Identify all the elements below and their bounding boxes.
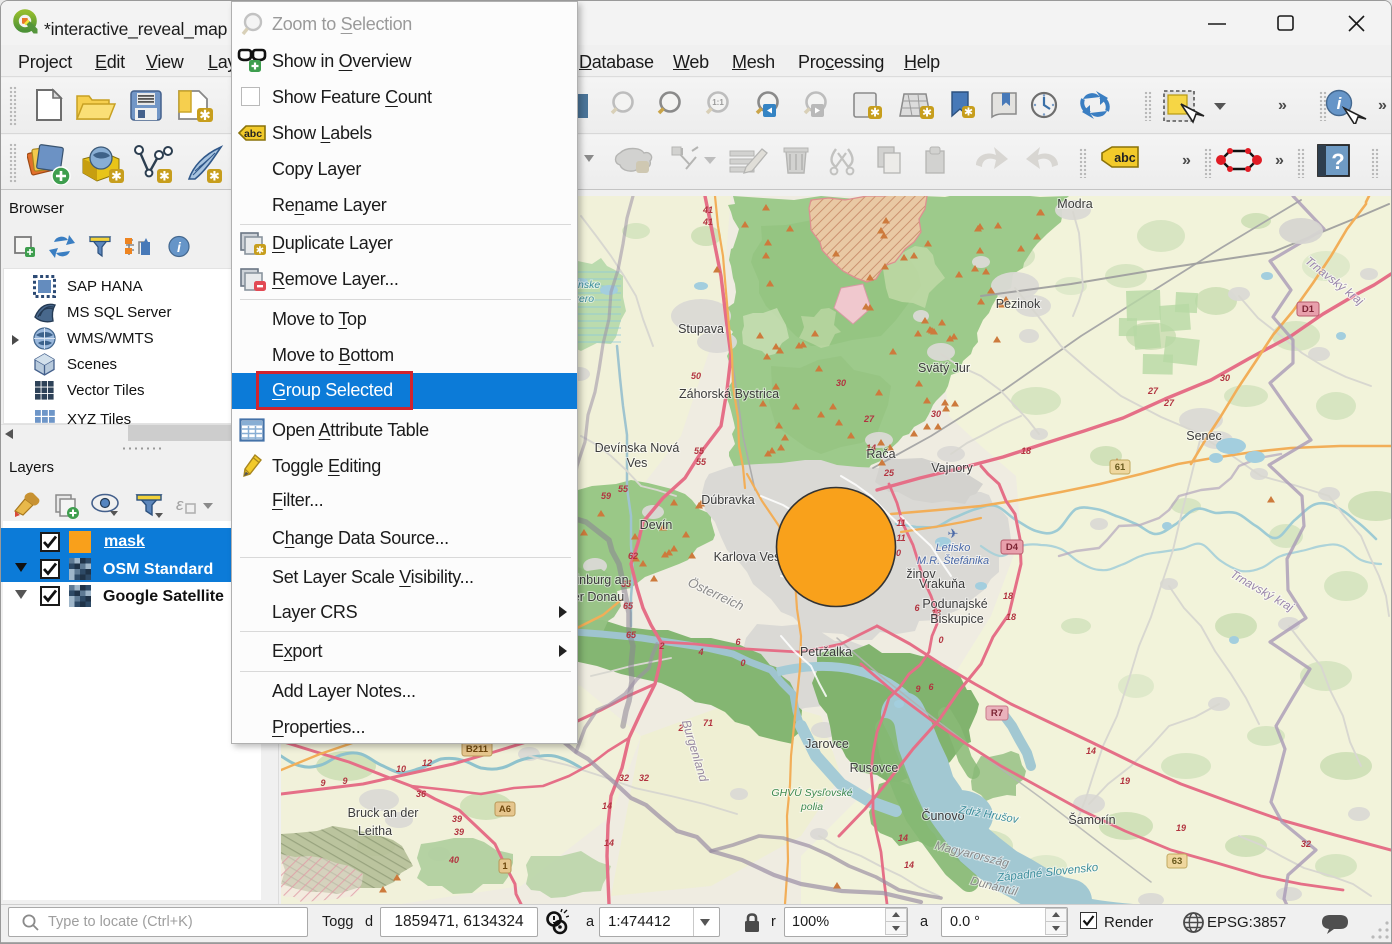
svg-text:65: 65 (623, 601, 634, 611)
svg-text:0: 0 (938, 635, 943, 645)
svg-text:1: 1 (502, 861, 508, 872)
svg-text:Leitha: Leitha (358, 824, 392, 838)
svg-text:19: 19 (1120, 776, 1130, 786)
svg-text:59: 59 (601, 491, 611, 501)
svg-text:14: 14 (898, 833, 908, 843)
svg-text:D1: D1 (1302, 304, 1315, 315)
svg-text:✱: ✱ (256, 246, 264, 257)
svg-text:Modra: Modra (1057, 197, 1092, 211)
svg-text:A6: A6 (499, 804, 511, 815)
svg-text:32: 32 (619, 773, 629, 783)
svg-text:9: 9 (320, 778, 325, 788)
svg-text:18: 18 (1021, 446, 1031, 456)
svg-text:Vajnory: Vajnory (931, 461, 973, 475)
svg-text:Rusovce: Rusovce (850, 761, 899, 775)
svg-text:55: 55 (696, 457, 707, 467)
svg-text:✱: ✱ (159, 169, 170, 184)
svg-text:Vrakuňa: Vrakuňa (919, 577, 965, 591)
svg-text:27: 27 (1163, 398, 1175, 408)
svg-text:Podunajské: Podunajské (922, 597, 987, 611)
svg-text:»: » (1378, 97, 1387, 114)
svg-text:Devín: Devín (640, 518, 673, 532)
svg-text:18: 18 (1006, 612, 1016, 622)
svg-text:11: 11 (896, 518, 905, 528)
svg-text:55: 55 (694, 446, 705, 456)
svg-text:✱: ✱ (964, 107, 973, 119)
svg-text:2: 2 (658, 641, 664, 651)
svg-text:10: 10 (396, 764, 406, 774)
svg-text:B211: B211 (466, 744, 489, 755)
svg-text:Biskupice: Biskupice (930, 612, 984, 626)
svg-text:32: 32 (1301, 839, 1311, 849)
svg-text:Šamorín: Šamorín (1068, 812, 1115, 827)
svg-text:Dúbravka: Dúbravka (701, 493, 755, 507)
svg-text:55: 55 (618, 484, 629, 494)
svg-text:71: 71 (703, 718, 713, 728)
svg-text:14: 14 (602, 801, 612, 811)
svg-text:14: 14 (1086, 746, 1096, 756)
svg-text:?: ? (1331, 149, 1344, 174)
svg-text:»: » (1275, 152, 1284, 169)
svg-text:41: 41 (702, 205, 713, 215)
svg-text:40: 40 (448, 855, 459, 865)
svg-text:polia: polia (800, 801, 823, 813)
svg-text:39: 39 (452, 814, 462, 824)
svg-text:Bruck an der: Bruck an der (348, 806, 419, 820)
svg-text:27: 27 (1147, 386, 1159, 396)
svg-text:Svätý Jur: Svätý Jur (918, 361, 970, 375)
svg-text:✱: ✱ (209, 169, 220, 184)
svg-text:32: 32 (639, 773, 649, 783)
svg-text:25: 25 (883, 468, 895, 478)
svg-text:63: 63 (1172, 856, 1183, 867)
svg-text:Petržalka: Petržalka (800, 645, 852, 659)
svg-text:M.R. Štefánika: M.R. Štefánika (917, 554, 989, 567)
svg-text:30: 30 (931, 409, 941, 419)
svg-text:61: 61 (1115, 462, 1126, 473)
svg-text:Letisko: Letisko (936, 542, 971, 554)
svg-text:✱: ✱ (199, 107, 211, 122)
svg-text:Devínska Nová: Devínska Nová (595, 441, 680, 455)
svg-text:D4: D4 (1006, 542, 1019, 553)
svg-text:Záhorská Bystrica: Záhorská Bystrica (679, 387, 779, 401)
svg-text:14: 14 (904, 860, 914, 870)
svg-text:Jarovce: Jarovce (805, 737, 849, 751)
svg-text:30: 30 (1220, 373, 1230, 383)
svg-text:R7: R7 (991, 708, 1003, 719)
svg-text:41: 41 (702, 217, 713, 227)
svg-text:✱: ✱ (870, 106, 880, 120)
svg-text:Pezinok: Pezinok (996, 297, 1041, 311)
svg-text:9: 9 (915, 684, 920, 694)
svg-text:50: 50 (691, 371, 701, 381)
svg-text:GHVÚ Sysľovské: GHVÚ Sysľovské (771, 786, 852, 799)
svg-text:»: » (1182, 152, 1191, 169)
svg-text:9: 9 (342, 776, 347, 786)
svg-text:✱: ✱ (922, 106, 932, 120)
svg-text:14: 14 (604, 838, 614, 848)
svg-text:1:1: 1:1 (712, 98, 724, 107)
svg-text:Karlova Ves: Karlova Ves (714, 550, 781, 564)
svg-text:✱: ✱ (111, 169, 122, 184)
svg-text:4: 4 (697, 647, 703, 657)
svg-text:65: 65 (626, 630, 637, 640)
svg-text:30: 30 (836, 378, 846, 388)
svg-text:12: 12 (422, 758, 432, 768)
svg-text:Senec: Senec (1186, 429, 1221, 443)
svg-text:62: 62 (628, 551, 638, 561)
svg-text:0: 0 (740, 658, 745, 668)
svg-text:Stupava: Stupava (678, 322, 724, 336)
svg-text:✈: ✈ (948, 526, 959, 541)
svg-text:abc: abc (1114, 151, 1136, 165)
svg-text:Rača: Rača (866, 447, 895, 461)
svg-text:11: 11 (896, 533, 905, 543)
svg-text:18: 18 (1003, 591, 1013, 601)
svg-text:39: 39 (454, 827, 464, 837)
svg-text:ε: ε (176, 495, 184, 514)
svg-text:36: 36 (416, 789, 427, 799)
svg-text:ainburg an: ainburg an (569, 573, 628, 587)
svg-text:abc: abc (244, 128, 262, 140)
svg-text:»: » (1278, 97, 1287, 114)
svg-text:27: 27 (863, 414, 875, 424)
svg-text:Ves: Ves (627, 456, 648, 470)
svg-text:19: 19 (1176, 823, 1186, 833)
